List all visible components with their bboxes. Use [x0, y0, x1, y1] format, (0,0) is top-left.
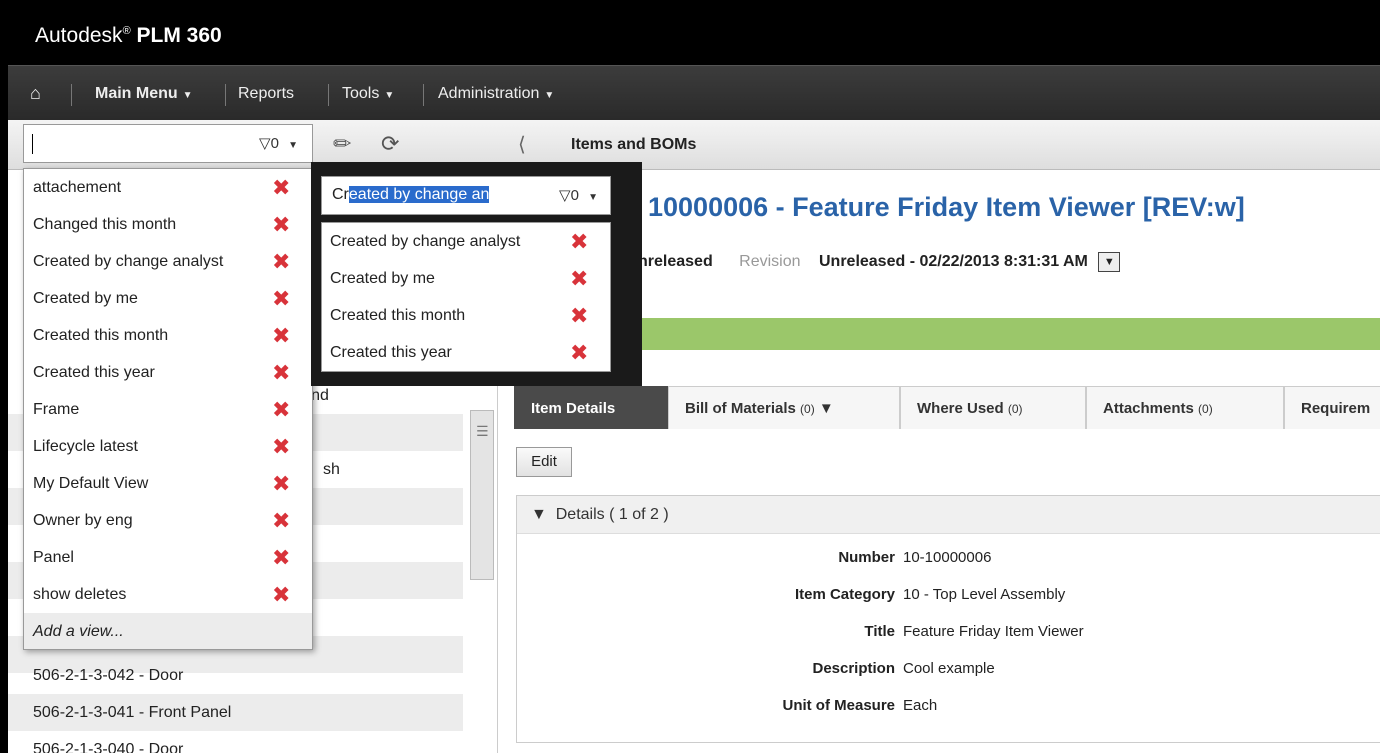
view-option[interactable]: Changed this month ✖ [24, 206, 312, 243]
administration-menu[interactable]: Administration ▼ [426, 66, 566, 121]
view-option[interactable]: Created this month ✖ [322, 297, 610, 334]
view-option[interactable]: Created by me ✖ [322, 260, 610, 297]
main-menu-bar: ⌂ Main Menu ▼ Reports Tools ▼ Administrati… [8, 65, 1380, 120]
details-section-header[interactable]: ▼ Details ( 1 of 2 ) [517, 496, 1380, 534]
delete-view-icon[interactable]: ✖ [272, 243, 290, 280]
workflow-status-bar: ab [605, 318, 1380, 350]
delete-view-icon[interactable]: ✖ [272, 169, 290, 206]
text-cursor [32, 134, 33, 154]
details-section: ▼ Details ( 1 of 2 ) Number 10-10000006 I… [516, 495, 1380, 743]
tab-item-details[interactable]: Item Details [514, 386, 668, 429]
view-option[interactable]: Lifecycle latest ✖ [24, 428, 312, 465]
add-view-link[interactable]: Add a view... [24, 613, 312, 649]
view-option[interactable]: Created this month ✖ [24, 317, 312, 354]
list-item[interactable]: 506-2-1-3-042 - Door [8, 657, 463, 694]
collapse-left-icon[interactable]: ⟨ [518, 132, 526, 157]
brand-bar: Autodesk® PLM 360 [8, 8, 1380, 65]
view-option[interactable]: Owner by eng ✖ [24, 502, 312, 539]
view-filter-results: Created by change analyst ✖ Created by me… [321, 222, 611, 372]
delete-view-icon[interactable]: ✖ [272, 465, 290, 502]
refresh-icon[interactable]: ⟳ [381, 131, 399, 157]
view-filter-text: Created by change an [332, 186, 490, 203]
menu-divider [328, 84, 329, 106]
reports-menu[interactable]: Reports [226, 66, 306, 121]
field-title: Title Feature Friday Item Viewer [864, 623, 1084, 640]
lifecycle-status: nreleased [638, 253, 713, 271]
edit-button[interactable]: Edit [516, 447, 572, 477]
tab-where-used[interactable]: Where Used (0) [900, 386, 1086, 429]
collapse-triangle-icon: ▼ [531, 506, 547, 523]
delete-view-icon[interactable]: ✖ [570, 334, 588, 371]
delete-view-icon[interactable]: ✖ [272, 206, 290, 243]
app-logo: Autodesk® PLM 360 [35, 24, 222, 47]
delete-view-icon[interactable]: ✖ [272, 539, 290, 576]
field-number: Number 10-10000006 [838, 549, 992, 566]
main-menu[interactable]: Main Menu ▼ [83, 66, 205, 121]
app-window: Autodesk® PLM 360 ⌂ Main Menu ▼ Reports T… [8, 8, 1380, 753]
delete-view-icon[interactable]: ✖ [272, 317, 290, 354]
tab-attachments[interactable]: Attachments (0) [1086, 386, 1284, 429]
view-option[interactable]: My Default View ✖ [24, 465, 312, 502]
views-dropdown: attachement ✖ Changed this month ✖ Created… [23, 168, 313, 650]
delete-view-icon[interactable]: ✖ [272, 502, 290, 539]
delete-view-icon[interactable]: ✖ [272, 280, 290, 317]
tools-menu[interactable]: Tools ▼ [330, 66, 406, 121]
view-option[interactable]: show deletes ✖ [24, 576, 312, 613]
delete-view-icon[interactable]: ✖ [272, 354, 290, 391]
field-description: Description Cool example [812, 660, 995, 677]
view-option[interactable]: Created by me ✖ [24, 280, 312, 317]
view-filter-popup: Created by change an ▽0 ▼ Created by cha… [311, 162, 642, 386]
revision-row: nreleased Revision Unreleased - 02/22/20… [638, 252, 1121, 272]
view-option[interactable]: Created this year ✖ [24, 354, 312, 391]
delete-view-icon[interactable]: ✖ [570, 297, 588, 334]
view-option[interactable]: Created by change analyst ✖ [322, 223, 610, 260]
list-item[interactable]: 506-2-1-3-041 - Front Panel [8, 694, 463, 731]
delete-view-icon[interactable]: ✖ [570, 260, 588, 297]
revision-dropdown-button[interactable]: ▼ [1098, 252, 1121, 272]
view-option[interactable]: Created this year ✖ [322, 334, 610, 371]
delete-view-icon[interactable]: ✖ [272, 428, 290, 465]
delete-view-icon[interactable]: ✖ [570, 223, 588, 260]
page-title: 10000006 - Feature Friday Item Viewer [R… [648, 192, 1245, 222]
field-unit-of-measure: Unit of Measure Each [782, 697, 938, 714]
view-filter-input[interactable]: Created by change an ▽0 ▼ [321, 176, 611, 215]
tab-requirements[interactable]: Requirem [1284, 386, 1380, 429]
left-pane-scrollbar[interactable]: ☰ [470, 410, 494, 580]
item-tabs: Item Details Bill of Materials (0) ▼ Whe… [514, 386, 1380, 429]
view-option[interactable]: Panel ✖ [24, 539, 312, 576]
view-selector-input[interactable]: ▽0 ▼ [23, 124, 313, 163]
view-option[interactable]: attachement ✖ [24, 169, 312, 206]
filter-count-dropdown[interactable]: ▽0 ▼ [259, 134, 298, 152]
filter-count-dropdown[interactable]: ▽0 ▼ [559, 186, 598, 204]
view-option[interactable]: Frame ✖ [24, 391, 312, 428]
list-item[interactable]: 506-2-1-3-040 - Door [8, 731, 463, 753]
tab-bill-of-materials[interactable]: Bill of Materials (0) ▼ [668, 386, 900, 429]
menu-divider [71, 84, 72, 106]
view-option[interactable]: Created by change analyst ✖ [24, 243, 312, 280]
field-item-category: Item Category 10 - Top Level Assembly [794, 586, 1066, 603]
scroll-grip-icon: ☰ [476, 423, 489, 439]
delete-view-icon[interactable]: ✖ [272, 576, 290, 613]
revision-label: Revision [739, 253, 801, 271]
pencil-icon[interactable]: ✏ [333, 131, 351, 157]
revision-value: Unreleased - 02/22/2013 8:31:31 AM [818, 253, 1088, 271]
delete-view-icon[interactable]: ✖ [272, 391, 290, 428]
menu-divider [423, 84, 424, 106]
workspace-title: Items and BOMs [571, 136, 697, 153]
home-icon[interactable]: ⌂ [18, 66, 53, 121]
